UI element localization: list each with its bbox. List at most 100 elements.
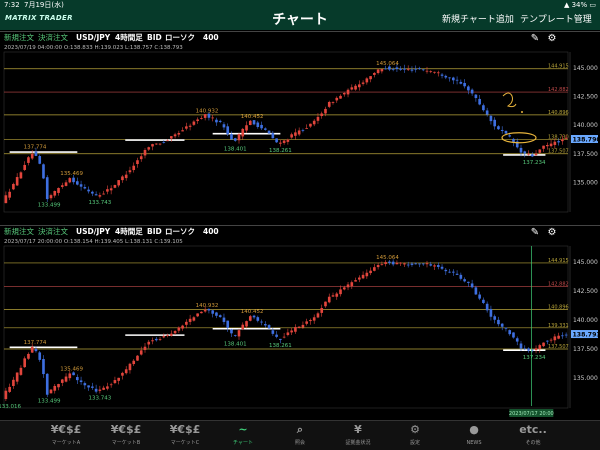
nav-other[interactable]: etc.. その他: [503, 421, 563, 450]
candle-body: [188, 318, 192, 322]
candle-body: [271, 330, 275, 334]
candle-body: [542, 342, 545, 347]
candle-count-selector[interactable]: 400: [203, 32, 219, 44]
candle-body: [192, 121, 196, 125]
candle-body: [136, 160, 139, 165]
nav-inquiry[interactable]: ⌕ 照会: [270, 421, 330, 450]
horizontal-line-label: 137.507: [548, 149, 569, 155]
add-chart-button[interactable]: 新規チャート追加: [442, 10, 514, 30]
candle-body: [346, 89, 350, 95]
candle-body: [354, 280, 357, 282]
candle-body: [324, 108, 327, 114]
candle-body: [346, 284, 350, 288]
candle-body: [72, 177, 75, 183]
candle-body: [252, 120, 256, 125]
nav-news[interactable]: ● NEWS: [444, 421, 504, 450]
candle-body: [474, 287, 478, 295]
horizontal-line-label: 142.882: [548, 87, 569, 93]
chart-panel-1: 144.915 142.882 140.896 138.730 137.507 145.0…: [0, 31, 600, 224]
new-order-button[interactable]: 新規注文: [4, 32, 34, 44]
candle-body: [350, 87, 354, 90]
candle-body: [282, 140, 286, 143]
nav-label: マーケットB: [111, 440, 141, 446]
candle-body: [482, 105, 485, 111]
chart-canvas-2[interactable]: 144.915 142.882 140.896 139.331 137.507 145.0…: [0, 226, 600, 421]
search-icon: ⌕: [296, 423, 304, 436]
chart-type-selector[interactable]: ローソク: [165, 32, 195, 44]
candle-body: [463, 279, 466, 282]
candle-body: [290, 330, 293, 333]
candle-body: [117, 180, 120, 186]
gear-icon[interactable]: ⚙: [546, 227, 558, 238]
candle-body: [192, 317, 196, 321]
new-order-button[interactable]: 新規注文: [4, 226, 34, 238]
price-axis-tick: 140.000: [573, 317, 598, 324]
nav-market-a[interactable]: ¥€$£ マーケットA: [36, 421, 96, 450]
candle-body: [139, 156, 143, 160]
status-time: 7:32: [4, 1, 20, 9]
price-axis-tick: 137.500: [573, 346, 598, 353]
candle-body: [248, 316, 252, 321]
candle-body: [173, 134, 177, 137]
template-manage-button[interactable]: テンプレート管理: [520, 10, 592, 30]
price-annotation: 140.932: [196, 303, 219, 309]
timeframe-selector[interactable]: 4時間足: [115, 226, 143, 238]
candle-body: [177, 327, 181, 331]
candle-body: [485, 303, 489, 311]
gear-icon[interactable]: ⚙: [546, 33, 558, 44]
chart-type-selector[interactable]: ローソク: [165, 226, 195, 238]
candle-body: [87, 385, 90, 388]
candle-body: [380, 264, 384, 266]
candle-body: [12, 379, 15, 386]
nav-market-b[interactable]: ¥€$£ マーケットB: [96, 421, 156, 450]
candle-body: [132, 360, 136, 365]
candle-body: [76, 181, 79, 185]
candle-body: [320, 113, 324, 117]
nav-settings[interactable]: ⚙ 設定: [385, 421, 445, 450]
timeframe-selector[interactable]: 4時間足: [115, 32, 143, 44]
candle-body: [316, 313, 320, 318]
horizontal-line-label: 144.915: [548, 64, 569, 70]
candle-body: [410, 263, 414, 265]
chart-canvas-1[interactable]: 144.915142.882140.896138.730137.507145.0…: [0, 32, 600, 225]
candle-body: [42, 164, 45, 179]
nav-market-c[interactable]: ¥€$£ マーケットC: [155, 421, 215, 450]
candle-body: [188, 125, 192, 127]
current-price-label: 138.793: [573, 332, 600, 339]
side-selector[interactable]: BID: [147, 226, 162, 238]
candle-body: [339, 95, 342, 99]
candle-body: [421, 263, 425, 265]
candle-body: [546, 145, 549, 147]
pair-selector[interactable]: USD/JPY: [76, 32, 110, 44]
candle-body: [49, 195, 53, 199]
candle-body: [102, 387, 105, 390]
candle-body: [91, 386, 94, 388]
candle-body: [215, 119, 218, 123]
candle-body: [4, 390, 8, 400]
candle-body: [448, 271, 451, 273]
pencil-icon[interactable]: ✎: [529, 33, 541, 44]
candle-body: [504, 327, 508, 329]
pencil-icon[interactable]: ✎: [529, 227, 541, 238]
settle-order-button[interactable]: 決済注文: [38, 32, 68, 44]
nav-label: マーケットA: [51, 440, 81, 446]
candle-body: [162, 336, 166, 338]
nav-chart[interactable]: ~ チャート: [213, 421, 273, 450]
candle-body: [369, 270, 372, 274]
ohlc-info: 2023/07/19 04:00:00 O:138.833 H:139.023 …: [4, 45, 183, 51]
side-selector[interactable]: BID: [147, 32, 162, 44]
crosshair-time-label: 2023/07/17 20:00: [509, 411, 554, 417]
candle-body: [406, 69, 410, 71]
candle-body: [418, 263, 421, 265]
candle-body: [519, 147, 523, 153]
candle-count-selector[interactable]: 400: [203, 226, 219, 238]
candle-body: [301, 129, 305, 131]
current-price-label: 138.790: [573, 136, 600, 143]
candle-body: [455, 79, 459, 81]
pair-selector[interactable]: USD/JPY: [76, 226, 110, 238]
nav-margin[interactable]: ¥ 証拠金状況: [328, 421, 388, 450]
settle-order-button[interactable]: 決済注文: [38, 226, 68, 238]
candle-body: [109, 384, 113, 386]
candle-body: [128, 170, 132, 173]
candle-body: [49, 389, 53, 394]
